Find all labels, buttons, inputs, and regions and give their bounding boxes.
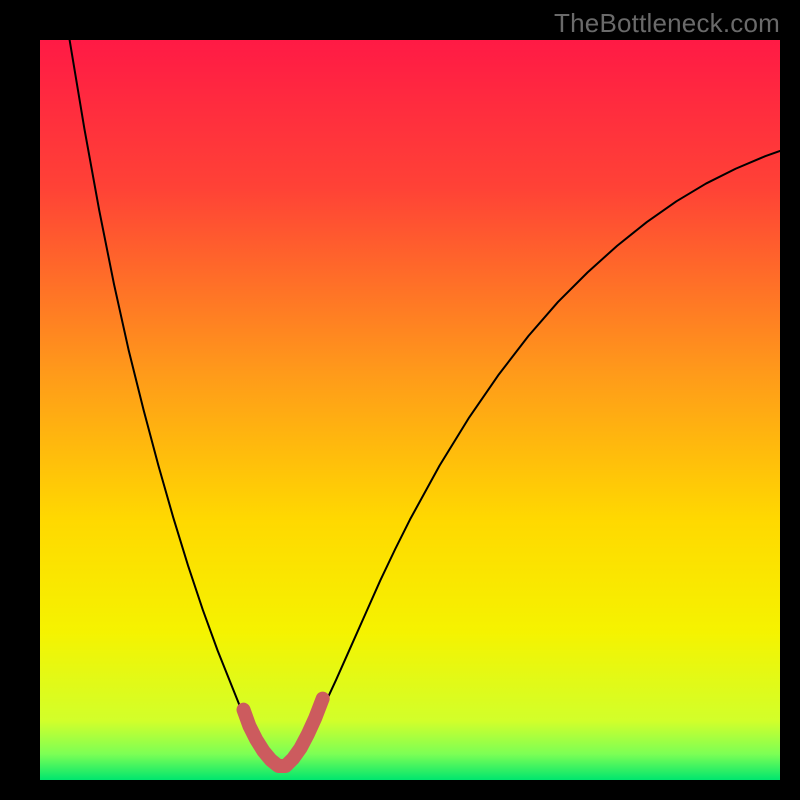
chart-frame: TheBottleneck.com — [0, 0, 800, 800]
bottleneck-curve-left — [70, 40, 277, 768]
watermark-text: TheBottleneck.com — [554, 8, 780, 39]
marker-u-shape — [244, 699, 323, 766]
bottleneck-curve-right — [292, 151, 780, 768]
plot-area — [40, 40, 780, 780]
curve-layer — [40, 40, 780, 780]
